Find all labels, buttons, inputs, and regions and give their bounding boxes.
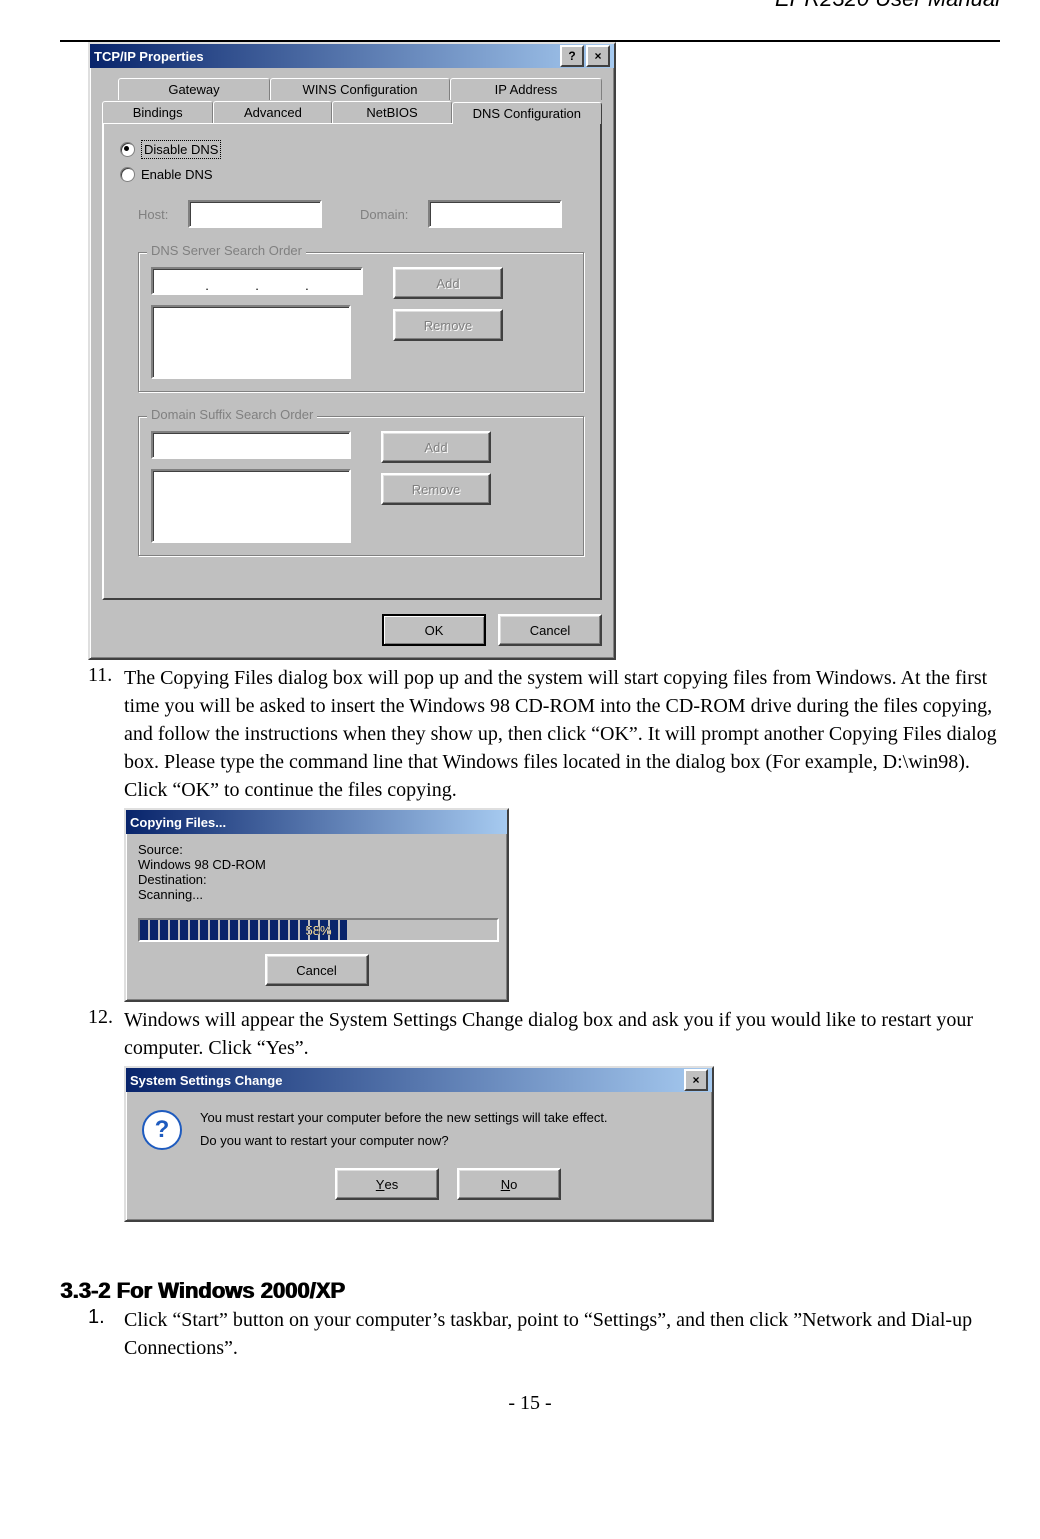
host-input[interactable] (188, 200, 322, 228)
suffix-add-button[interactable]: Add (381, 431, 491, 463)
label-enable-dns: Enable DNS (141, 167, 213, 182)
domain-input[interactable] (428, 200, 562, 228)
progress-percent: 58% (140, 920, 497, 940)
tab-netbios[interactable]: NetBIOS (332, 101, 451, 123)
copying-files-window: Copying Files... Source: Windows 98 CD-R… (124, 808, 509, 1002)
section-item-1-number: 1. (88, 1306, 124, 1362)
cancel-button[interactable]: Cancel (498, 614, 602, 646)
step-12-number: 12. (88, 1006, 124, 1062)
help-button[interactable]: ? (560, 45, 584, 67)
progress-bar: 58% (138, 918, 499, 942)
domain-label: Domain: (360, 207, 418, 222)
close-button[interactable]: × (586, 45, 610, 67)
tab-dns-config[interactable]: DNS Configuration (452, 102, 602, 124)
question-icon: ? (142, 1110, 182, 1150)
tcpip-properties-window: TCP/IP Properties ? × Gateway WINS Confi… (88, 42, 616, 660)
section-heading: 3.3-2 For Windows 2000/XP (60, 1278, 1000, 1304)
tab-advanced[interactable]: Advanced (213, 101, 332, 123)
window-title: TCP/IP Properties (94, 49, 558, 64)
group-dns-servers: DNS Server Search Order (147, 243, 306, 258)
titlebar: System Settings Change × (126, 1068, 712, 1092)
window-title: Copying Files... (130, 815, 503, 830)
radio-enable-dns[interactable] (120, 167, 135, 182)
suffix-input[interactable] (151, 431, 351, 459)
destination-label: Destination: (138, 872, 495, 887)
header-title: EPR2320 User Manual (60, 0, 1000, 12)
tab-panel: Disable DNS Enable DNS Host: Domain: DNS… (102, 122, 602, 600)
titlebar: TCP/IP Properties ? × (90, 44, 614, 68)
group-domain-suffix: Domain Suffix Search Order (147, 407, 317, 422)
host-label: Host: (138, 207, 178, 222)
system-settings-window: System Settings Change × ? You must rest… (124, 1066, 714, 1222)
tab-gateway[interactable]: Gateway (118, 78, 270, 100)
yes-button[interactable]: Yes (335, 1168, 439, 1200)
dns-list[interactable] (151, 305, 351, 379)
window-title: System Settings Change (130, 1073, 682, 1088)
label-disable-dns: Disable DNS (141, 140, 221, 159)
suffix-remove-button[interactable]: Remove (381, 473, 491, 505)
source-label: Source: (138, 842, 495, 857)
no-button[interactable]: No (457, 1168, 561, 1200)
scanning-label: Scanning... (138, 887, 495, 902)
tab-wins[interactable]: WINS Configuration (270, 78, 450, 100)
copying-cancel-button[interactable]: Cancel (265, 954, 369, 986)
close-button[interactable]: × (684, 1069, 708, 1091)
dns-ip-input[interactable]: ... (151, 267, 363, 295)
page-number: - 15 - (60, 1392, 1000, 1415)
restart-message-1: You must restart your computer before th… (200, 1110, 696, 1125)
dns-remove-button[interactable]: Remove (393, 309, 503, 341)
tab-ip-address[interactable]: IP Address (450, 78, 602, 100)
step-11-text: The Copying Files dialog box will pop up… (124, 664, 1000, 804)
titlebar: Copying Files... (126, 810, 507, 834)
section-item-1-text: Click “Start” button on your computer’s … (124, 1306, 1000, 1362)
restart-message-2: Do you want to restart your computer now… (200, 1133, 696, 1148)
radio-disable-dns[interactable] (120, 142, 135, 157)
tab-bindings[interactable]: Bindings (102, 101, 213, 123)
step-11-number: 11. (88, 664, 124, 804)
source-value: Windows 98 CD-ROM (138, 857, 495, 872)
ok-button[interactable]: OK (382, 614, 486, 646)
suffix-list[interactable] (151, 469, 351, 543)
step-12-text: Windows will appear the System Settings … (124, 1006, 1000, 1062)
dns-add-button[interactable]: Add (393, 267, 503, 299)
